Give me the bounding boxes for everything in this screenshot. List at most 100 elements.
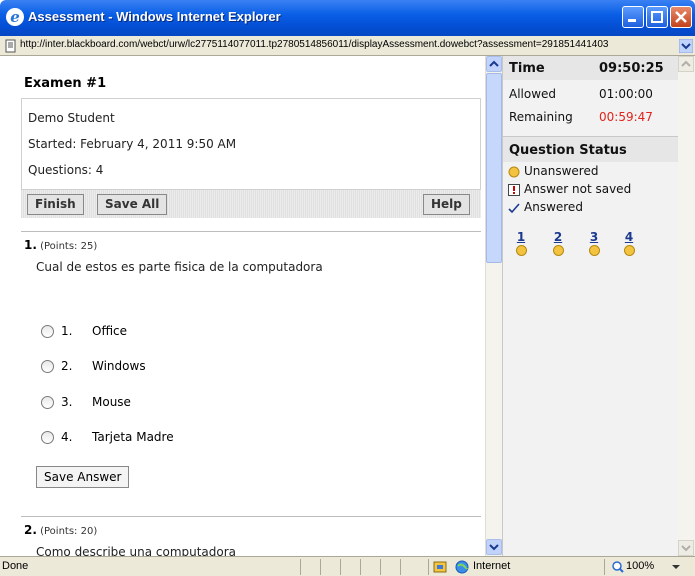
started-time: Started: February 4, 2011 9:50 AM	[28, 137, 237, 151]
minimize-button[interactable]	[622, 6, 644, 28]
status-bar: Done Internet 100%	[0, 556, 695, 576]
status-divider	[300, 559, 301, 575]
option-label: Mouse	[92, 395, 131, 409]
chevron-down-icon[interactable]	[679, 39, 693, 53]
exam-info-box: Demo Student Started: February 4, 2011 9…	[21, 98, 481, 190]
maximize-button[interactable]	[646, 6, 668, 28]
unanswered-circle-icon	[553, 245, 564, 256]
legend-answered: Answered	[524, 200, 583, 214]
protected-mode-icon[interactable]	[433, 560, 447, 574]
timer-status-panel: Time 09:50:25 Allowed 01:00:00 Remaining…	[502, 56, 679, 556]
ie-logo-icon: e	[6, 8, 24, 26]
option-number: 2.	[61, 359, 73, 373]
assessment-toolbar: Finish Save All Help	[21, 190, 481, 218]
student-name: Demo Student	[28, 111, 115, 125]
unanswered-circle-icon	[589, 245, 600, 256]
zoom-level[interactable]: 100%	[626, 560, 654, 572]
finish-button[interactable]: Finish	[27, 194, 84, 215]
left-gutter	[0, 56, 17, 556]
question-link-number: 2	[553, 230, 563, 244]
question-2-number: 2.	[24, 523, 37, 537]
option-label: Windows	[92, 359, 146, 373]
question-count: Questions: 4	[28, 163, 104, 177]
window-scrollbar[interactable]	[678, 56, 695, 556]
option-number: 3.	[61, 395, 73, 409]
assessment-pane: Examen #1 Demo Student Started: February…	[17, 56, 484, 556]
radio-button[interactable]	[41, 396, 54, 409]
status-text: Done	[2, 560, 29, 572]
maximize-icon	[651, 11, 663, 23]
question-link-4[interactable]: 4	[622, 230, 636, 256]
window-title: Assessment - Windows Internet Explorer	[28, 9, 281, 24]
exam-title: Examen #1	[24, 76, 107, 91]
scroll-down-button[interactable]	[486, 539, 502, 555]
divider	[21, 231, 481, 232]
status-divider	[380, 559, 381, 575]
scroll-up-button[interactable]	[486, 56, 502, 72]
radio-button[interactable]	[41, 325, 54, 338]
close-icon	[675, 11, 687, 23]
page-icon	[5, 39, 16, 53]
address-url[interactable]: http://inter.blackboard.com/webct/urw/lc…	[20, 39, 680, 50]
legend-unanswered: Unanswered	[524, 164, 599, 178]
divider	[21, 516, 481, 517]
chevron-down-icon[interactable]	[678, 540, 695, 556]
chevron-up-icon[interactable]	[678, 56, 695, 72]
chevron-down-icon[interactable]	[672, 565, 680, 571]
unanswered-circle-icon	[508, 166, 520, 178]
question-link-number: 1	[516, 230, 526, 244]
unanswered-circle-icon	[624, 245, 635, 256]
status-divider	[604, 559, 605, 575]
allowed-value: 01:00:00	[599, 87, 653, 101]
option-label: Office	[92, 324, 128, 338]
question-1-number: 1.	[24, 238, 37, 252]
question-link-3[interactable]: 3	[587, 230, 601, 256]
legend-not-saved: Answer not saved	[524, 182, 632, 196]
status-divider	[320, 559, 321, 575]
help-button[interactable]: Help	[423, 194, 470, 215]
not-saved-warning-icon	[508, 184, 520, 196]
question-2-header: 2. (Points: 20)	[24, 523, 97, 537]
chevron-up-icon	[489, 60, 499, 67]
remaining-label: Remaining	[509, 110, 573, 124]
status-divider	[340, 559, 341, 575]
address-bar[interactable]: http://inter.blackboard.com/webct/urw/lc…	[0, 36, 695, 56]
assessment-scrollbar[interactable]	[485, 56, 502, 556]
time-label: Time	[509, 61, 545, 76]
window-titlebar[interactable]: e Assessment - Windows Internet Explorer	[0, 0, 695, 36]
chevron-down-icon	[489, 544, 499, 551]
question-status-title: Question Status	[509, 143, 627, 158]
option-number: 1.	[61, 324, 73, 338]
time-value: 09:50:25	[599, 61, 664, 76]
question-1-text: Cual de estos es parte fisica de la comp…	[36, 260, 323, 274]
scroll-thumb[interactable]	[486, 73, 502, 263]
radio-button[interactable]	[41, 360, 54, 373]
zoom-icon	[612, 561, 624, 573]
question-link-2[interactable]: 2	[551, 230, 565, 256]
option-number: 4.	[61, 430, 73, 444]
minimize-icon	[628, 19, 636, 22]
checkmark-icon	[508, 203, 520, 214]
radio-button[interactable]	[41, 431, 54, 444]
question-1-header: 1. (Points: 25)	[24, 238, 97, 252]
question-link-number: 4	[624, 230, 634, 244]
remaining-value: 00:59:47	[599, 110, 653, 124]
status-divider	[400, 559, 401, 575]
save-all-button[interactable]: Save All	[97, 194, 168, 215]
question-status-header: Question Status	[503, 136, 679, 162]
option-label: Tarjeta Madre	[92, 430, 174, 444]
close-button[interactable]	[670, 6, 692, 28]
globe-icon	[455, 560, 469, 574]
time-header: Time 09:50:25	[503, 56, 679, 80]
security-zone: Internet	[473, 560, 511, 572]
save-answer-button[interactable]: Save Answer	[36, 466, 130, 488]
allowed-label: Allowed	[509, 87, 557, 101]
question-link-1[interactable]: 1	[514, 230, 528, 256]
question-1-points: (Points: 25)	[40, 241, 98, 252]
question-2-points: (Points: 20)	[40, 526, 98, 537]
unanswered-circle-icon	[516, 245, 527, 256]
question-link-number: 3	[589, 230, 599, 244]
question-2-text: Como describe una computadora	[36, 545, 237, 556]
status-divider	[428, 559, 429, 575]
status-divider	[360, 559, 361, 575]
